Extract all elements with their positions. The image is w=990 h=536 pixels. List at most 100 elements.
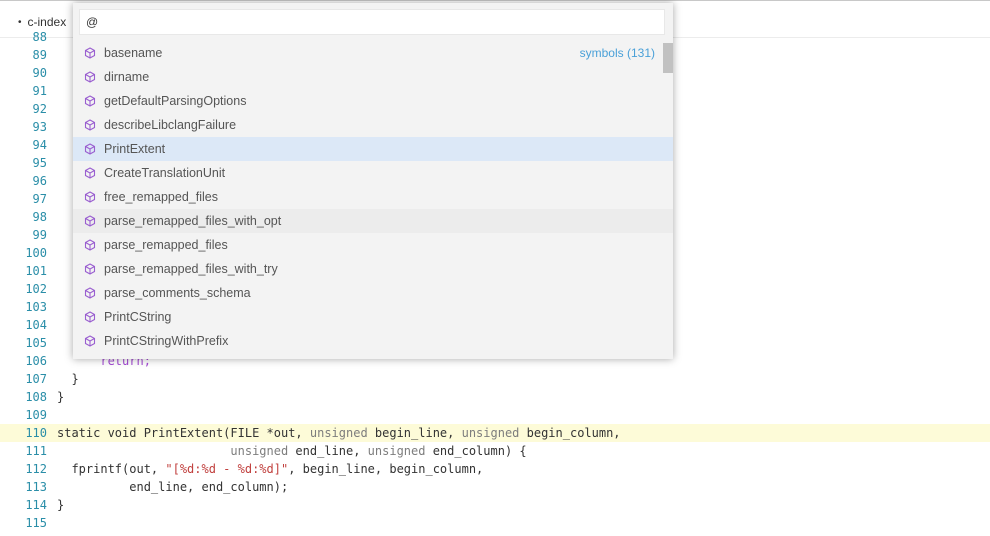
code-token: begin_column, xyxy=(519,426,621,440)
symbol-icon xyxy=(84,167,96,179)
code-text: end_line, end_column); xyxy=(57,480,289,494)
code-line: 114} xyxy=(0,496,990,514)
code-token: begin_line, xyxy=(367,426,462,440)
editor-window: • c-index 88 89 90 91 92 93 94 95 96 97 9… xyxy=(0,0,990,536)
line-number: 91 xyxy=(32,84,47,98)
line-number: 101 xyxy=(25,264,47,278)
quick-open-list: basename symbols (131) dirname getDefaultPa… xyxy=(73,41,673,353)
quick-open-item[interactable]: basename symbols (131) xyxy=(73,41,673,65)
code-keyword: unsigned xyxy=(230,444,289,458)
quick-open-item[interactable]: PrintCString xyxy=(73,305,673,329)
code-line: 108} xyxy=(0,388,990,406)
line-number: 106 xyxy=(25,354,47,368)
code-line-current: 110 static void PrintExtent(FILE *out, un… xyxy=(0,424,990,442)
quick-open-item[interactable]: dirname xyxy=(73,65,673,89)
line-number: 98 xyxy=(32,210,47,224)
quick-open-item-label: parse_comments_schema xyxy=(104,286,251,300)
line-number: 102 xyxy=(25,282,47,296)
code-keyword: unsigned xyxy=(367,444,426,458)
code-keyword: unsigned xyxy=(461,426,520,440)
quick-open-scrollbar[interactable] xyxy=(663,43,673,73)
quick-open-widget: basename symbols (131) dirname getDefaultPa… xyxy=(73,3,673,359)
symbol-icon xyxy=(84,263,96,275)
line-number: 92 xyxy=(32,102,47,116)
code-keyword: unsigned xyxy=(309,426,368,440)
line-number: 115 xyxy=(25,516,47,530)
line-number: 88 xyxy=(32,30,47,44)
line-number: 97 xyxy=(32,192,47,206)
code-token: static void PrintExtent(FILE *out, xyxy=(57,426,310,440)
quick-open-item-label: PrintCString xyxy=(104,310,172,324)
code-token: , begin_line, begin_column, xyxy=(288,462,484,476)
code-line: 111 unsigned end_line, unsigned end_colu… xyxy=(0,442,990,460)
quick-open-item[interactable]: CreateTranslationUnit xyxy=(73,161,673,185)
code-token: end_line, xyxy=(288,444,368,458)
quick-open-item-label: PrintCStringWithPrefix xyxy=(104,334,229,348)
symbol-icon xyxy=(84,191,96,203)
line-number: 94 xyxy=(32,138,47,152)
quick-open-item[interactable]: describeLibclangFailure xyxy=(73,113,673,137)
symbol-icon xyxy=(84,287,96,299)
line-number: 112 xyxy=(25,462,47,476)
quick-open-item-label: CreateTranslationUnit xyxy=(104,166,226,180)
quick-open-item-label: parse_remapped_files_with_try xyxy=(104,262,278,276)
symbol-icon xyxy=(84,311,96,323)
quick-open-item[interactable]: PrintExtent xyxy=(73,137,673,161)
code-line: 107 } xyxy=(0,370,990,388)
code-string: "[%d:%d - %d:%d]" xyxy=(165,462,289,476)
code-text: } xyxy=(57,390,65,404)
code-text: static void PrintExtent(FILE *out, unsig… xyxy=(57,424,621,442)
line-number: 99 xyxy=(32,228,47,242)
quick-open-item[interactable]: parse_comments_schema xyxy=(73,281,673,305)
line-number: 104 xyxy=(25,318,47,332)
quick-open-item-label: dirname xyxy=(104,70,150,84)
quick-open-group-label: symbols (131) xyxy=(579,46,655,60)
line-number: 111 xyxy=(25,444,47,458)
quick-open-item[interactable]: parse_remapped_files xyxy=(73,233,673,257)
code-text: fprintf(out, "[%d:%d - %d:%d]", begin_li… xyxy=(57,460,483,478)
symbol-icon xyxy=(84,47,96,59)
symbol-icon xyxy=(84,95,96,107)
line-number: 107 xyxy=(25,372,47,386)
tab-c-index[interactable]: • c-index xyxy=(18,15,66,29)
tab-title: c-index xyxy=(27,15,67,29)
code-token: fprintf(out, xyxy=(57,462,166,476)
quick-open-item-label: describeLibclangFailure xyxy=(104,118,237,132)
code-token: end_column) { xyxy=(425,444,527,458)
symbol-icon xyxy=(84,215,96,227)
symbol-icon xyxy=(84,239,96,251)
quick-open-item-label: getDefaultParsingOptions xyxy=(104,94,247,108)
line-number: 100 xyxy=(25,246,47,260)
line-number: 114 xyxy=(25,498,47,512)
quick-open-item[interactable]: parse_remapped_files_with_try xyxy=(73,257,673,281)
quick-open-item[interactable]: parse_remapped_files_with_opt xyxy=(73,209,673,233)
line-number: 108 xyxy=(25,390,47,404)
unsaved-dot-icon: • xyxy=(18,17,22,28)
line-number: 105 xyxy=(25,336,47,350)
quick-open-item-label: parse_remapped_files_with_opt xyxy=(104,214,282,228)
symbol-icon xyxy=(84,119,96,131)
code-text: unsigned end_line, unsigned end_column) … xyxy=(57,442,527,460)
code-line: 109 xyxy=(0,406,990,424)
code-text: } xyxy=(57,498,65,512)
quick-open-item[interactable]: PrintCStringWithPrefix xyxy=(73,329,673,353)
code-line: 113 end_line, end_column); xyxy=(0,478,990,496)
line-number: 95 xyxy=(32,156,47,170)
quick-open-item[interactable]: free_remapped_files xyxy=(73,185,673,209)
line-number: 96 xyxy=(32,174,47,188)
line-number: 109 xyxy=(25,408,47,422)
line-number: 103 xyxy=(25,300,47,314)
line-number: 113 xyxy=(25,480,47,494)
symbol-icon xyxy=(84,335,96,347)
quick-open-item[interactable]: getDefaultParsingOptions xyxy=(73,89,673,113)
code-line: 112 fprintf(out, "[%d:%d - %d:%d]", begi… xyxy=(0,460,990,478)
symbol-icon xyxy=(84,143,96,155)
quick-open-input[interactable] xyxy=(79,9,665,35)
quick-open-item-label: PrintExtent xyxy=(104,142,166,156)
line-number: 90 xyxy=(32,66,47,80)
code-text: } xyxy=(57,372,79,386)
quick-open-item-label: basename xyxy=(104,46,163,60)
line-number: 89 xyxy=(32,48,47,62)
line-number: 110 xyxy=(25,426,47,440)
